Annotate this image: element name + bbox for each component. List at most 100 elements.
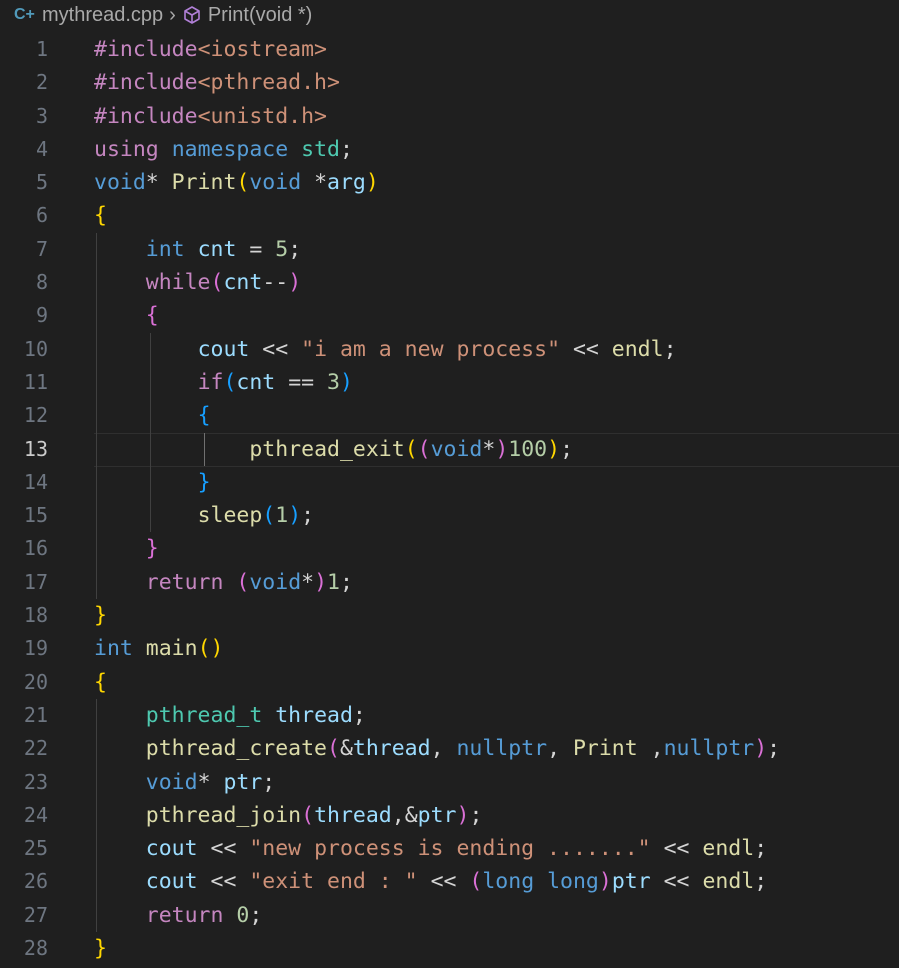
code-line[interactable]: 7 int cnt = 5; bbox=[0, 233, 899, 266]
code-text[interactable]: } bbox=[94, 599, 107, 632]
code-text[interactable]: #include<pthread.h> bbox=[94, 66, 340, 99]
code-token: * bbox=[197, 769, 224, 795]
code-text[interactable]: } bbox=[94, 532, 159, 565]
code-token: void bbox=[430, 436, 483, 462]
code-token: ; bbox=[262, 769, 276, 795]
code-line[interactable]: 22 pthread_create(&thread, nullptr, Prin… bbox=[0, 732, 899, 765]
code-line[interactable]: 26 cout << "exit end : " << (long long)p… bbox=[0, 865, 899, 898]
code-text[interactable]: sleep(1); bbox=[94, 499, 315, 532]
code-line[interactable]: 2 #include<pthread.h> bbox=[0, 66, 899, 99]
line-number: 28 bbox=[23, 936, 48, 961]
code-text[interactable]: #include<iostream> bbox=[94, 33, 327, 66]
code-editor[interactable]: 1 #include<iostream> 2 #include<pthread.h> 3… bbox=[0, 33, 899, 965]
code-line[interactable]: 17 return (void*)1; bbox=[0, 566, 899, 599]
code-line[interactable]: 10 cout << "i am a new process" << endl; bbox=[0, 333, 899, 366]
line-number: 7 bbox=[35, 236, 48, 261]
code-line[interactable]: 19 int main() bbox=[0, 632, 899, 665]
code-text[interactable]: cout << "i am a new process" << endl; bbox=[94, 333, 677, 366]
code-text[interactable]: int main() bbox=[94, 632, 223, 665]
code-token: 0 bbox=[236, 902, 250, 928]
code-line[interactable]: 18} bbox=[0, 599, 899, 632]
code-token: * bbox=[482, 436, 496, 462]
code-line[interactable]: 12 { bbox=[0, 399, 899, 432]
code-text[interactable]: int cnt = 5; bbox=[94, 233, 301, 266]
code-text[interactable]: { bbox=[94, 399, 211, 432]
code-token: ( bbox=[469, 869, 483, 895]
code-line[interactable]: 6{ bbox=[0, 199, 899, 232]
code-token: cnt bbox=[223, 270, 263, 296]
code-text[interactable]: pthread_exit((void*)100); bbox=[94, 433, 573, 466]
breadcrumb-symbol[interactable]: Print(void *) bbox=[208, 4, 312, 27]
line-number: 13 bbox=[23, 436, 48, 461]
indent-guide bbox=[96, 232, 97, 600]
code-token: nullptr bbox=[456, 736, 548, 762]
code-line[interactable]: 23 void* ptr; bbox=[0, 766, 899, 799]
code-token: ( bbox=[236, 569, 250, 595]
code-line[interactable]: 28} bbox=[0, 932, 899, 965]
code-line[interactable]: 11 if(cnt == 3) bbox=[0, 366, 899, 399]
code-line[interactable]: 27 return 0; bbox=[0, 899, 899, 932]
code-text[interactable]: } bbox=[94, 932, 107, 965]
code-line[interactable]: 4 using namespace std; bbox=[0, 133, 899, 166]
code-text[interactable]: { bbox=[94, 199, 107, 232]
code-text[interactable]: if(cnt == 3) bbox=[94, 366, 353, 399]
code-line[interactable]: 5 void* Print(void *arg) bbox=[0, 166, 899, 199]
code-text[interactable]: cout << "new process is ending ......." … bbox=[94, 832, 767, 865]
code-token: ) bbox=[547, 436, 561, 462]
code-line[interactable]: 21 pthread_t thread; bbox=[0, 699, 899, 732]
line-number: 25 bbox=[23, 836, 48, 861]
code-text[interactable]: return 0; bbox=[94, 899, 263, 932]
code-text[interactable]: } bbox=[94, 466, 211, 499]
code-text[interactable]: while(cnt--) bbox=[94, 266, 301, 299]
code-token: cnt bbox=[236, 369, 276, 395]
code-text[interactable]: void* Print(void *arg) bbox=[94, 166, 379, 199]
line-number: 22 bbox=[23, 736, 48, 761]
code-token: , bbox=[547, 736, 573, 762]
code-text[interactable]: #include<unistd.h> bbox=[94, 100, 327, 133]
code-token: ; bbox=[288, 236, 302, 262]
code-text[interactable]: pthread_join(thread,&ptr); bbox=[94, 799, 483, 832]
code-token: } bbox=[145, 536, 159, 562]
code-text[interactable]: { bbox=[94, 299, 159, 332]
code-text[interactable]: using namespace std; bbox=[94, 133, 353, 166]
code-token: int bbox=[94, 636, 133, 662]
code-token: 1 bbox=[275, 503, 289, 529]
code-text[interactable]: pthread_create(&thread, nullptr, Print ,… bbox=[94, 732, 780, 765]
code-line[interactable]: 16 } bbox=[0, 532, 899, 565]
code-token: ; bbox=[663, 336, 677, 362]
code-token: << bbox=[249, 336, 302, 362]
code-token: pthread_join bbox=[145, 802, 302, 828]
code-text[interactable]: return (void*)1; bbox=[94, 566, 353, 599]
code-token: ; bbox=[340, 569, 353, 595]
code-token: ptr bbox=[223, 769, 263, 795]
code-token: ; bbox=[339, 136, 353, 162]
code-text[interactable]: pthread_t thread; bbox=[94, 699, 366, 732]
code-text[interactable]: { bbox=[94, 666, 107, 699]
code-text[interactable]: cout << "exit end : " << (long long)ptr … bbox=[94, 865, 767, 898]
code-line[interactable]: 1 #include<iostream> bbox=[0, 33, 899, 66]
code-line[interactable]: 20 { bbox=[0, 666, 899, 699]
line-number: 14 bbox=[23, 469, 48, 494]
code-line[interactable]: 8 while(cnt--) bbox=[0, 266, 899, 299]
code-line[interactable]: 13 pthread_exit((void*)100); bbox=[0, 432, 899, 467]
code-line[interactable]: 25 cout << "new process is ending ......… bbox=[0, 832, 899, 865]
code-token: ; bbox=[301, 503, 315, 529]
breadcrumb-file[interactable]: mythread.cpp bbox=[42, 4, 163, 27]
code-line[interactable]: 3 #include<unistd.h> bbox=[0, 100, 899, 133]
code-line[interactable]: 9 { bbox=[0, 299, 899, 332]
code-token: ) bbox=[598, 869, 612, 895]
code-text[interactable]: void* ptr; bbox=[94, 766, 275, 799]
code-line[interactable]: 15 sleep(1); bbox=[0, 499, 899, 532]
code-token: void bbox=[249, 569, 302, 595]
indent-guide bbox=[150, 332, 151, 533]
code-token: namespace bbox=[171, 136, 289, 162]
code-line[interactable]: 24 pthread_join(thread,&ptr); bbox=[0, 799, 899, 832]
code-token: 5 bbox=[275, 236, 289, 262]
code-line[interactable]: 14 } bbox=[0, 466, 899, 499]
